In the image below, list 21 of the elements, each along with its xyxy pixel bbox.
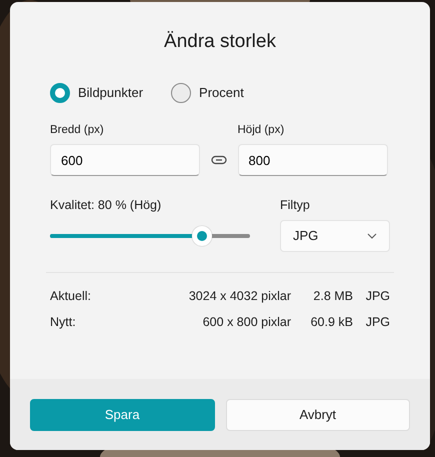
file-type-dropdown[interactable]: JPG	[280, 220, 390, 252]
dialog-title: Ändra storlek	[163, 30, 277, 54]
unit-radio[interactable]: Procent	[171, 82, 244, 102]
info-label: Nytt:	[50, 314, 76, 332]
field-label: Bredd (px)	[50, 123, 105, 138]
slider-thumb[interactable]	[192, 226, 212, 246]
width-field[interactable]: 600	[50, 144, 200, 176]
file-size-text: 60.9 kB	[310, 314, 353, 332]
file-type-label: Filtyp	[280, 196, 311, 214]
dimensions-text: 600 x 800 pixlar	[202, 314, 291, 332]
format-text: JPG	[364, 288, 390, 304]
unit-radio[interactable]: Bildpunkter	[50, 82, 144, 102]
height-field[interactable]: 800	[238, 144, 388, 176]
dimensions-text: 3024 x 4032 pixlar	[188, 288, 291, 305]
cancel-button[interactable]: Avbryt	[226, 399, 410, 431]
format-text: JPG	[364, 314, 390, 332]
field-label: Höjd (px)	[238, 123, 286, 138]
file-size-text: 2.8 MB	[312, 288, 353, 304]
chevron-down-icon	[367, 232, 377, 238]
quality-label: Kvalitet: 80 % (Hög)	[50, 196, 162, 214]
info-label: Aktuell:	[50, 288, 91, 304]
